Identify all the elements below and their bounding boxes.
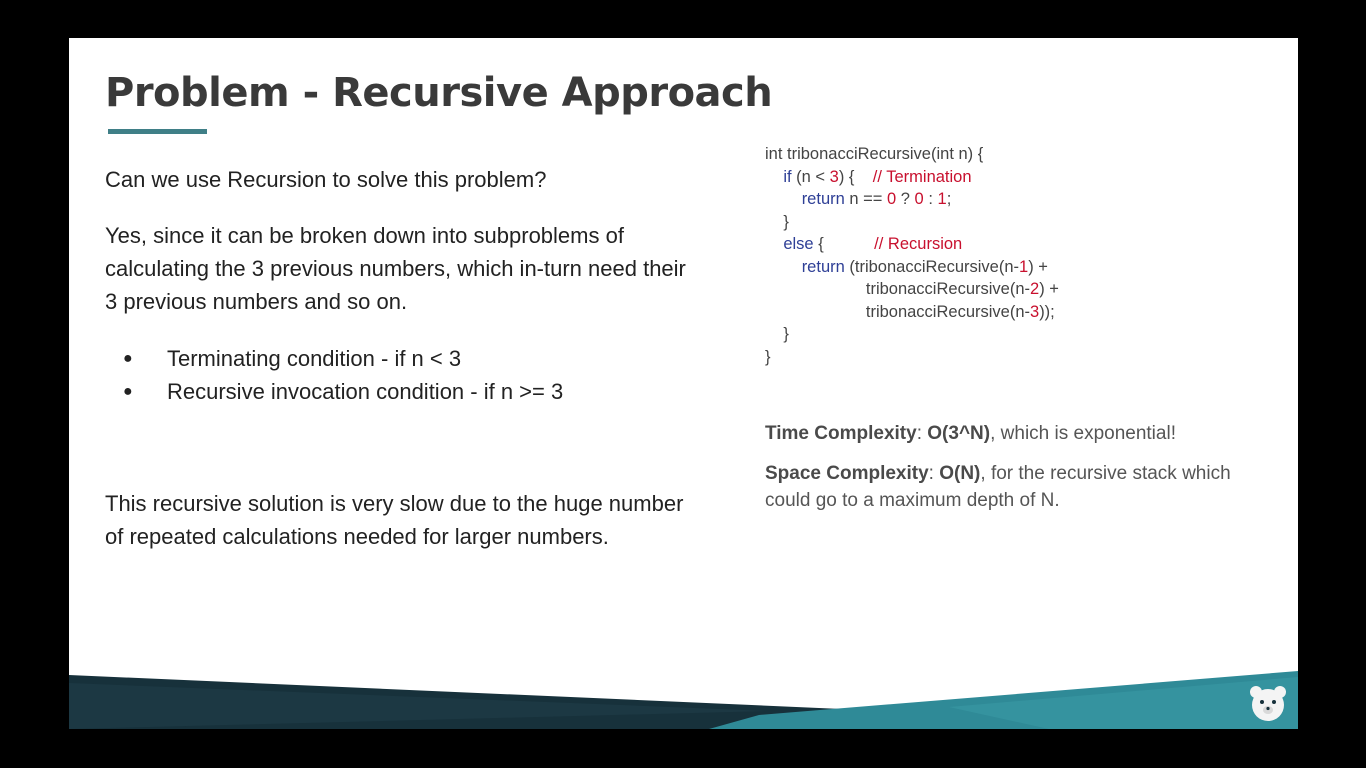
code-number: 0 bbox=[887, 190, 897, 208]
bullet-icon: ● bbox=[123, 383, 133, 400]
list-item: ● Terminating condition - if n < 3 bbox=[105, 342, 563, 375]
code-signature: int tribonacciRecursive(int n) { bbox=[765, 145, 984, 163]
list-item: ● Recursive invocation condition - if n … bbox=[105, 375, 563, 408]
code-text: ; bbox=[946, 190, 952, 208]
code-text: (tribonacciRecursive(n- bbox=[844, 257, 1020, 276]
code-number: 2 bbox=[1030, 280, 1040, 298]
time-complexity-value: O(3^N) bbox=[927, 423, 991, 444]
code-text: tribonacciRecursive(n- bbox=[865, 302, 1030, 321]
code-text: n == bbox=[844, 190, 887, 208]
code-return-keyword: return bbox=[801, 257, 845, 276]
footer-banner bbox=[69, 671, 1298, 729]
code-text: (n < bbox=[791, 167, 830, 186]
space-complexity-value: O(N) bbox=[939, 463, 981, 484]
code-else-keyword: else bbox=[783, 235, 814, 253]
code-text: { bbox=[813, 235, 824, 253]
bullet-icon: ● bbox=[123, 350, 133, 367]
code-block: int tribonacciRecursive(int n) { if (n <… bbox=[765, 143, 1059, 368]
code-text: ) + bbox=[1028, 257, 1048, 276]
time-complexity-label: Time Complexity bbox=[765, 423, 917, 444]
time-complexity-note: , which is exponential! bbox=[990, 423, 1176, 444]
time-complexity: Time Complexity: O(3^N), which is expone… bbox=[765, 420, 1235, 447]
condition-list: ● Terminating condition - if n < 3 ● Rec… bbox=[105, 342, 563, 408]
code-text: )); bbox=[1039, 302, 1055, 321]
code-number: 1 bbox=[1019, 257, 1029, 276]
code-text: ? bbox=[896, 190, 915, 208]
code-text: ) { bbox=[838, 167, 855, 186]
separator: : bbox=[928, 463, 940, 484]
code-number: 1 bbox=[937, 190, 947, 208]
question-text: Can we use Recursion to solve this probl… bbox=[105, 167, 547, 192]
bear-logo-icon bbox=[1250, 686, 1286, 721]
bullet-text: Terminating condition - if n < 3 bbox=[167, 346, 462, 371]
code-if-keyword: if bbox=[783, 167, 792, 186]
code-brace: } bbox=[783, 212, 789, 231]
code-number: 0 bbox=[914, 190, 924, 208]
separator: : bbox=[916, 423, 928, 444]
code-number: 3 bbox=[829, 167, 839, 186]
code-text: ) + bbox=[1039, 280, 1059, 298]
space-complexity: Space Complexity: O(N), for the recursiv… bbox=[765, 460, 1235, 514]
code-brace: } bbox=[783, 325, 789, 343]
code-text: tribonacciRecursive(n- bbox=[865, 280, 1030, 298]
bullet-text: Recursive invocation condition - if n >=… bbox=[167, 379, 564, 404]
code-text: : bbox=[923, 190, 938, 208]
code-number: 3 bbox=[1030, 302, 1040, 321]
slide-title: Problem - Recursive Approach bbox=[105, 70, 773, 116]
code-comment-termination: // Termination bbox=[872, 167, 972, 186]
space-complexity-label: Space Complexity bbox=[765, 463, 929, 484]
conclusion-text: This recursive solution is very slow due… bbox=[105, 491, 684, 549]
code-brace: } bbox=[765, 347, 771, 366]
title-underline bbox=[108, 129, 207, 134]
answer-text: Yes, since it can be broken down into su… bbox=[105, 223, 686, 314]
slide: Problem - Recursive Approach Can we use … bbox=[69, 38, 1298, 729]
code-return-keyword: return bbox=[801, 190, 845, 208]
code-comment-recursion: // Recursion bbox=[874, 235, 963, 253]
